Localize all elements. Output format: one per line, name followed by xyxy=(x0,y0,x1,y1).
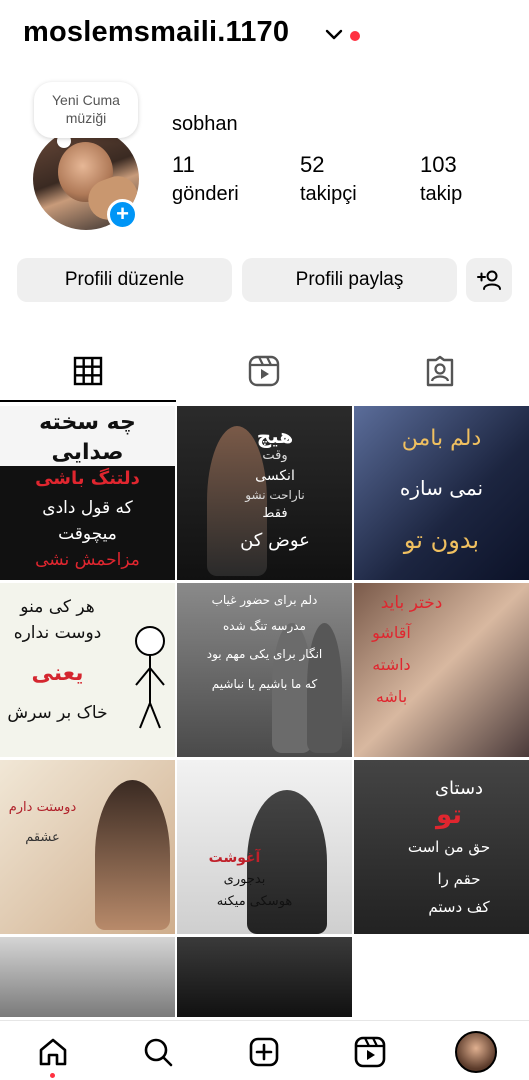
stat-followers-label: takipçi xyxy=(300,183,357,205)
stat-following[interactable]: 103 takip xyxy=(420,152,462,206)
note-line-1: Yeni Cuma xyxy=(52,92,120,108)
nav-search[interactable] xyxy=(141,1035,175,1069)
discover-people-button[interactable] xyxy=(466,258,512,302)
post-caption: تو xyxy=(435,800,463,830)
post-caption: دوستت دارم xyxy=(8,800,77,815)
post-thumbnail[interactable]: چه سخته صدایی دلتنگ باشی که قول دادی میچ… xyxy=(0,406,175,580)
stat-posts-value: 11 xyxy=(172,152,195,177)
post-caption: که ما باشیم یا نباشیم xyxy=(211,677,318,691)
home-notification-dot xyxy=(50,1073,55,1078)
post-caption: آقاشو xyxy=(372,623,411,642)
nav-home[interactable] xyxy=(36,1035,70,1069)
create-icon xyxy=(249,1037,279,1067)
grid-icon xyxy=(73,356,103,386)
post-caption: نمی سازه xyxy=(399,476,484,500)
post-thumbnail[interactable] xyxy=(0,937,175,1017)
post-caption: هوسکی میکنه xyxy=(216,894,293,909)
post-caption: مدرسه تنگ شده xyxy=(223,619,306,633)
nav-create[interactable] xyxy=(247,1035,281,1069)
post-caption: انکسی xyxy=(255,468,295,484)
active-tab-indicator xyxy=(0,400,176,402)
post-thumbnail[interactable]: هر کی منو دوست نداره یعنی خاک بر سرش xyxy=(0,583,175,757)
stat-followers[interactable]: 52 takipçi xyxy=(300,152,357,206)
post-caption: ناراحت نشو xyxy=(245,488,305,502)
account-username[interactable]: moslemsmaili.1170 xyxy=(23,16,289,49)
bottom-navigation xyxy=(0,1020,529,1080)
stat-posts-label: gönderi xyxy=(172,183,239,205)
post-thumbnail[interactable]: دلم برای حضور غیاب مدرسه تنگ شده انگار ب… xyxy=(177,583,352,757)
nav-profile-avatar[interactable] xyxy=(455,1031,497,1073)
profile-tabs xyxy=(0,340,529,402)
post-caption: آغوشت xyxy=(208,850,261,866)
stat-posts[interactable]: 11 gönderi xyxy=(172,152,239,206)
post-caption: دلم برای حضور غیاب xyxy=(211,593,318,607)
reels-icon xyxy=(354,1036,386,1068)
edit-profile-button[interactable]: Profili düzenle xyxy=(17,258,232,302)
post-caption: مزاحمش نشی xyxy=(35,550,140,570)
post-caption: میچوقت xyxy=(58,524,117,544)
post-caption: حقم را xyxy=(437,870,481,888)
post-thumbnail[interactable]: دوستت دارم عشقم xyxy=(0,760,175,934)
post-caption: انگار برای یکی مهم بود xyxy=(206,647,323,661)
post-caption: عشقم xyxy=(25,830,60,845)
stick-figure-icon xyxy=(135,626,165,729)
post-caption: هیچ xyxy=(256,424,294,448)
share-profile-button[interactable]: Profili paylaş xyxy=(242,258,457,302)
note-bubble[interactable]: Yeni Cuma müziği xyxy=(34,82,138,138)
profile-header: moslemsmaili.1170 xyxy=(0,0,529,72)
post-caption: چه سخته xyxy=(39,410,136,435)
display-name: sobhan xyxy=(172,113,238,135)
post-caption: دلتنگ باشی xyxy=(35,468,140,489)
tab-reels[interactable] xyxy=(176,340,352,402)
post-caption: هر کی منو xyxy=(20,597,95,617)
post-caption: دوست نداره xyxy=(13,623,102,643)
post-thumbnail[interactable]: دستای تو حق من است حقم را کف دستم xyxy=(354,760,529,934)
post-caption: خاک بر سرش xyxy=(7,703,108,723)
post-caption: داشته xyxy=(372,655,411,674)
post-caption: که قول دادی xyxy=(42,498,133,518)
post-caption: کف دستم xyxy=(428,898,490,916)
post-caption: یعنی xyxy=(31,661,84,686)
post-caption: حق من است xyxy=(407,838,491,856)
stat-following-value: 103 xyxy=(420,152,457,177)
post-thumbnail[interactable]: دلم بامن نمی سازه بدون تو xyxy=(354,406,529,580)
stat-following-label: takip xyxy=(420,183,463,205)
post-thumbnail[interactable]: دختر باید آقاشو داشته باشه xyxy=(354,583,529,757)
stat-followers-value: 52 xyxy=(300,152,325,177)
reels-icon xyxy=(248,355,280,387)
post-caption: دستای xyxy=(434,778,484,799)
chevron-down-icon[interactable] xyxy=(324,27,344,43)
home-icon xyxy=(39,1038,67,1066)
post-caption: عوض کن xyxy=(240,530,310,551)
post-caption: وقت xyxy=(262,448,288,463)
post-caption: دلم بامن xyxy=(401,426,482,451)
post-thumbnail[interactable] xyxy=(177,937,352,1017)
post-caption: بدجوری xyxy=(223,872,266,887)
post-thumbnail[interactable]: آغوشت بدجوری هوسکی میکنه xyxy=(177,760,352,934)
notification-dot xyxy=(350,31,360,41)
tab-posts[interactable] xyxy=(0,340,176,402)
note-line-2: müziği xyxy=(65,110,107,126)
post-caption: صدایی xyxy=(51,440,124,465)
tagged-icon xyxy=(426,355,454,387)
add-story-button[interactable]: + xyxy=(107,199,138,230)
post-caption: دختر باید xyxy=(380,593,443,613)
post-thumbnail[interactable]: هیچ وقت انکسی ناراحت نشو فقط عوض کن xyxy=(177,406,352,580)
tab-tagged[interactable] xyxy=(352,340,528,402)
post-caption: بدون تو xyxy=(403,526,480,554)
search-icon xyxy=(144,1038,173,1067)
post-caption: باشه xyxy=(375,687,408,706)
nav-reels[interactable] xyxy=(353,1035,387,1069)
add-user-icon xyxy=(477,270,501,290)
post-caption: فقط xyxy=(262,506,288,521)
